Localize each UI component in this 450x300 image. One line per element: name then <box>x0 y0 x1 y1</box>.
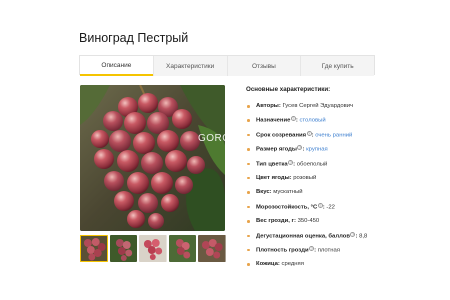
char-link-berry-size[interactable]: крупная <box>306 147 328 153</box>
page-title: Виноград Пестрый <box>79 31 189 45</box>
thumbnail-5[interactable] <box>198 235 226 262</box>
grape-bunch-image <box>80 85 225 231</box>
tab-characteristics[interactable]: Характеристики <box>152 56 227 76</box>
photo-thumbnails <box>80 235 226 262</box>
char-item-berry-color: Цвет ягоды: розовый <box>246 174 446 188</box>
tab-where-to-buy[interactable]: Где купить <box>300 56 374 76</box>
char-link-purpose[interactable]: столовый <box>299 118 325 124</box>
thumbnail-image <box>80 235 108 262</box>
char-item-berry-size: Размер ягоды?: крупная <box>246 145 446 159</box>
photo-watermark: GORO <box>198 133 225 144</box>
thumbnail-3[interactable] <box>139 235 167 262</box>
grape-main-photo[interactable] <box>80 85 225 231</box>
thumbnail-image <box>168 235 197 262</box>
char-item-bunch-weight: Вес грозди, г: 350-450 <box>246 217 446 231</box>
thumbnail-2[interactable] <box>109 235 138 262</box>
char-item-purpose: Назначение?: столовый <box>246 116 446 130</box>
char-item-taste: Вкус: мускатный <box>246 188 446 202</box>
thumbnail-4[interactable] <box>168 235 197 262</box>
char-item-tasting-score: Дегустационная оценка, баллов?: 8,8 <box>246 231 446 246</box>
char-item-frost-resistance: Морозостойкость, °С?: -22 <box>246 202 446 217</box>
thumbnail-1[interactable] <box>80 235 108 262</box>
char-item-flower-type: Тип цветка?: обоеполый <box>246 159 446 174</box>
characteristics-panel: Основные характеристики: Авторы: Гусев С… <box>246 86 446 275</box>
char-link-ripening[interactable]: очень ранний <box>315 132 352 138</box>
tab-description[interactable]: Описание <box>80 56 153 76</box>
char-item-skin: Кожица: средняя <box>246 260 446 274</box>
characteristics-list: Авторы: Гусев Сергей Эдуардович Назначен… <box>246 102 446 275</box>
thumbnail-image <box>198 235 226 262</box>
tab-bar: Описание Характеристики Отзывы Где купит… <box>79 55 375 76</box>
thumbnail-image <box>139 235 167 262</box>
characteristics-title: Основные характеристики: <box>246 86 331 93</box>
tab-reviews[interactable]: Отзывы <box>226 56 301 76</box>
char-item-ripening: Срок созревания?: очень ранний <box>246 130 446 145</box>
char-item-authors: Авторы: Гусев Сергей Эдуардович <box>246 102 446 116</box>
thumbnail-image <box>109 235 138 262</box>
char-item-bunch-density: Плотность грозди?: плотная <box>246 245 446 260</box>
